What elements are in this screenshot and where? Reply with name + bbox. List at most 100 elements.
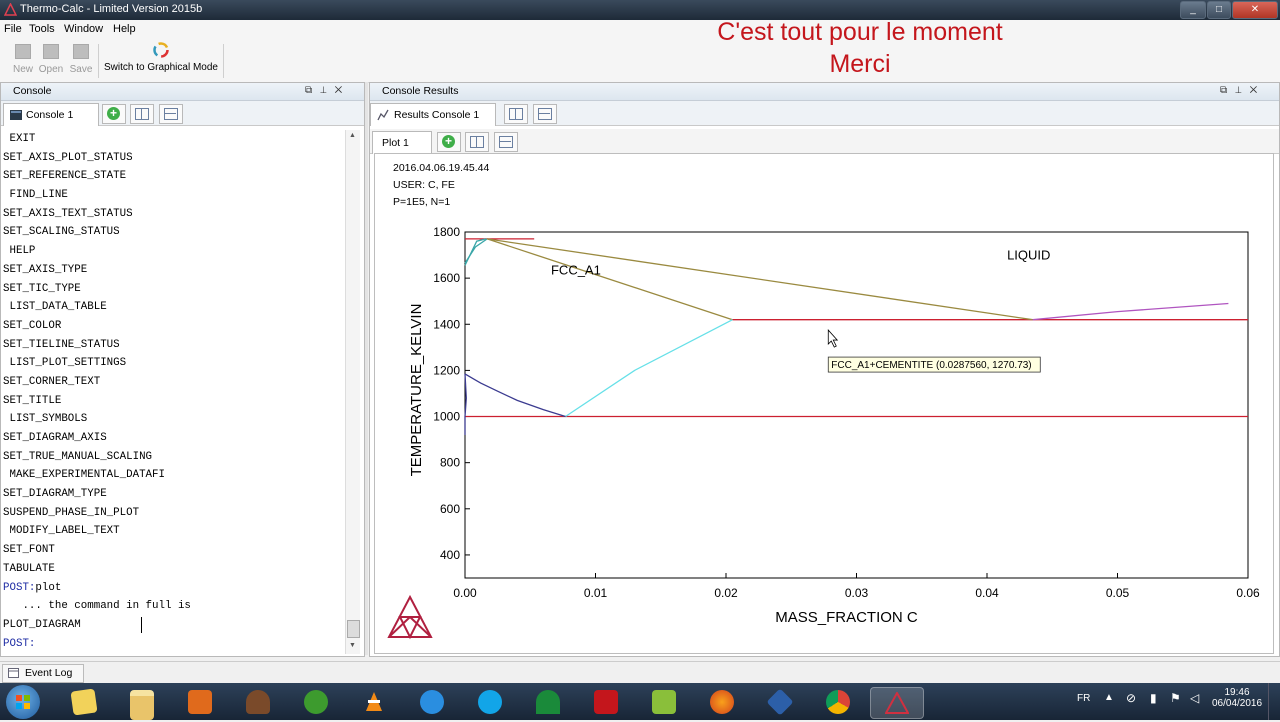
scroll-up-icon[interactable]: ▲ — [349, 132, 356, 139]
toolbar-separator — [98, 44, 99, 78]
taskbar-vlc-icon[interactable] — [354, 687, 394, 717]
x-tick-label: 0.06 — [1236, 586, 1260, 600]
console-line: SET_DIAGRAM_AXIS — [3, 432, 107, 444]
new-button[interactable]: New — [10, 42, 36, 75]
console-line: SET_TIELINE_STATUS — [3, 338, 120, 351]
phase-region-label: LIQUID — [1007, 248, 1050, 263]
phase-diagram-chart[interactable]: 0.00 0.01 0.02 0.03 0.04 0.05 0.06 400 600 800 100… — [374, 153, 1272, 652]
console-scrollbar[interactable]: ▲ ▼ — [345, 130, 360, 654]
action-center-icon[interactable]: ⚑ — [1170, 691, 1181, 705]
switch-graphical-mode-button[interactable]: Switch to Graphical Mode — [102, 42, 220, 73]
show-desktop-button[interactable] — [1268, 683, 1280, 720]
minimize-button[interactable]: _ — [1180, 1, 1206, 19]
add-icon: + — [107, 107, 120, 120]
text-cursor — [141, 617, 142, 633]
y-axis-label: TEMPERATURE_KELVIN — [408, 304, 425, 477]
new-icon — [15, 44, 31, 59]
split-vertical-button[interactable] — [504, 104, 528, 124]
scroll-thumb[interactable] — [347, 620, 360, 638]
x-tick-label: 0.03 — [845, 586, 869, 600]
tab-results-console-1[interactable]: Results Console 1 — [370, 103, 496, 126]
volume-icon[interactable]: ◁ — [1190, 691, 1199, 705]
add-plot-button[interactable]: + — [437, 132, 461, 152]
taskbar-skype-icon[interactable] — [470, 687, 510, 717]
console-line: SET_CORNER_TEXT — [3, 375, 101, 388]
windows-taskbar: FR ▲ ⊘ ▮ ⚑ ◁ 19:46 06/04/2016 — [0, 683, 1280, 720]
y-tick-label: 1200 — [433, 363, 460, 377]
taskbar-virtualbox-icon[interactable] — [760, 687, 800, 717]
menu-window[interactable]: Window — [64, 23, 103, 35]
menu-tools[interactable]: Tools — [29, 23, 55, 35]
console-line: SET_AXIS_PLOT_STATUS — [3, 151, 133, 164]
panel-window-controls[interactable]: ⧉⊥✕ — [1220, 85, 1265, 96]
console-line: TABULATE — [3, 562, 55, 575]
menu-help[interactable]: Help — [113, 23, 136, 35]
overlay-line-1: C'est tout pour le moment — [717, 18, 1003, 46]
plot-tab-row: Plot 1 + — [370, 129, 1279, 154]
network-icon[interactable]: ▮ — [1150, 691, 1157, 705]
console-line: MODIFY_LABEL_TEXT — [3, 525, 120, 538]
taskbar-filezilla-icon[interactable] — [586, 687, 626, 717]
console-line: SUSPEND_PHASE_IN_PLOT — [3, 506, 140, 519]
split-horizontal-button[interactable] — [533, 104, 557, 124]
menu-file[interactable]: File — [4, 23, 22, 35]
console-output[interactable]: EXIT SET_AXIS_PLOT_STATUS SET_REFERENCE_ST… — [3, 130, 343, 654]
tab-console-1[interactable]: Console 1 — [3, 103, 99, 126]
console-line: SET_TIC_TYPE — [3, 282, 81, 295]
open-icon — [43, 44, 59, 59]
add-console-button[interactable]: + — [102, 104, 126, 124]
event-log-button[interactable]: Event Log — [2, 664, 84, 683]
taskbar-notes-icon[interactable] — [64, 687, 104, 717]
overlay-caption: C'est tout pour le moment Merci — [600, 16, 1120, 80]
split-vertical-button[interactable] — [465, 132, 489, 152]
console-line: LIST_PLOT_SETTINGS — [3, 357, 127, 370]
taskbar-thermocalc-icon[interactable] — [870, 687, 924, 719]
add-icon: + — [442, 135, 455, 148]
taskbar-internet-explorer-icon[interactable] — [412, 687, 452, 717]
x-tick-label: 0.04 — [975, 586, 999, 600]
tray-clock[interactable]: 19:46 06/04/2016 — [1212, 687, 1262, 709]
save-button[interactable]: Save — [68, 42, 94, 75]
open-button[interactable]: Open — [38, 42, 64, 75]
console-line: FIND_LINE — [3, 189, 68, 202]
overlay-line-2: Merci — [829, 50, 891, 78]
tab-plot-1[interactable]: Plot 1 — [372, 131, 432, 154]
close-button[interactable]: ✕ — [1232, 1, 1278, 19]
thermocalc-logo-icon — [387, 594, 433, 640]
y-tick-label: 400 — [440, 548, 460, 562]
y-tick-label: 800 — [440, 456, 460, 470]
tray-date: 06/04/2016 — [1212, 698, 1263, 709]
split-horizontal-button[interactable] — [494, 132, 518, 152]
taskbar-network-app-icon[interactable] — [528, 687, 568, 717]
panel-splitter[interactable] — [365, 82, 368, 655]
console-line: SET_FONT — [3, 544, 55, 557]
taskbar-avatar-icon[interactable] — [238, 687, 278, 717]
taskbar-package-icon[interactable] — [644, 687, 684, 717]
hover-tooltip-text: FCC_A1+CEMENTITE (0.0287560, 1270.73) — [831, 360, 1031, 371]
taskbar-explorer-icon[interactable] — [122, 687, 162, 720]
y-tick-label: 1400 — [433, 317, 460, 331]
console-prompt: POST: — [3, 637, 36, 650]
open-label: Open — [38, 64, 64, 75]
taskbar-chrome-icon[interactable] — [818, 687, 858, 717]
panel-window-controls[interactable]: ⧉⊥✕ — [305, 85, 350, 96]
console-line: HELP — [3, 245, 36, 258]
tab-plot-1-label: Plot 1 — [382, 137, 409, 149]
x-tick-label: 0.00 — [453, 586, 477, 600]
split-horizontal-button[interactable] — [159, 104, 183, 124]
taskbar-xbox-icon[interactable] — [296, 687, 336, 717]
split-vertical-button[interactable] — [130, 104, 154, 124]
console-prompt: POST: — [3, 581, 36, 594]
maximize-button[interactable]: □ — [1207, 1, 1231, 19]
console-line: SET_SCALING_STATUS — [3, 226, 120, 239]
console-icon — [10, 110, 22, 120]
taskbar-firefox-icon[interactable] — [702, 687, 742, 717]
y-tick-label: 1800 — [433, 225, 460, 239]
show-hidden-icons-icon[interactable]: ▲ — [1104, 692, 1114, 703]
language-indicator[interactable]: FR — [1077, 693, 1090, 704]
console-line: PLOT_DIAGRAM — [3, 618, 81, 631]
taskbar-media-player-icon[interactable] — [180, 687, 220, 717]
scroll-down-icon[interactable]: ▼ — [349, 642, 356, 649]
tray-app-icon[interactable]: ⊘ — [1126, 691, 1136, 705]
start-button[interactable] — [6, 685, 40, 719]
